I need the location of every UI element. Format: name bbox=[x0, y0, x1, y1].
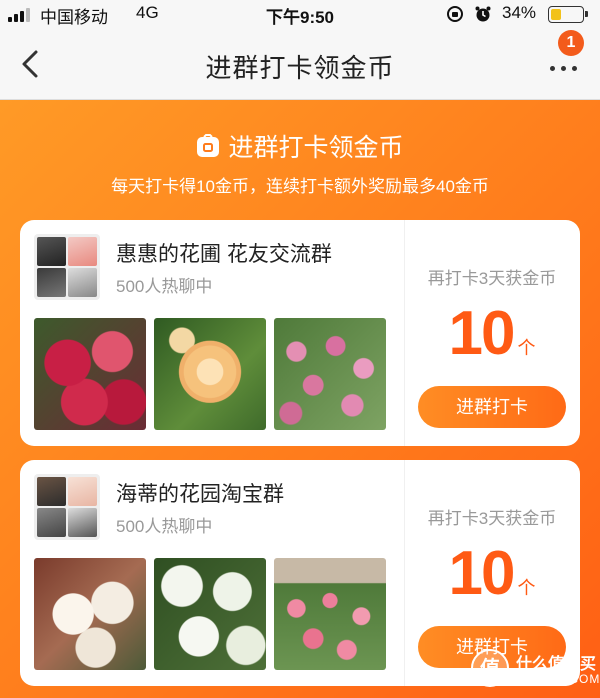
status-bar: 中国移动 4G 下午9:50 34% bbox=[0, 0, 600, 28]
reward-unit: 个 bbox=[517, 578, 536, 598]
reward-unit: 个 bbox=[517, 338, 536, 358]
group-photo bbox=[154, 318, 266, 430]
banner-header: 进群打卡领金币 每天打卡得10金币，连续打卡额外奖励最多40金币 bbox=[0, 128, 600, 197]
group-members: 500人热聊中 bbox=[116, 517, 213, 536]
group-photo bbox=[34, 318, 146, 430]
checkin-banner: 进群打卡领金币 每天打卡得10金币，连续打卡额外奖励最多40金币 惠惠的花圃 花… bbox=[0, 100, 600, 698]
group-photos bbox=[34, 318, 386, 430]
group-photo bbox=[274, 558, 386, 670]
watermark-cn: 什么值得买 bbox=[516, 656, 597, 673]
join-checkin-button[interactable]: 进群打卡 bbox=[418, 386, 566, 428]
group-name: 惠惠的花圃 花友交流群 bbox=[116, 243, 332, 266]
reward-amount: 10 bbox=[448, 539, 516, 608]
notification-badge: 1 bbox=[558, 30, 584, 56]
coin-bag-icon bbox=[197, 134, 220, 157]
coin-reward: 10 个 bbox=[404, 538, 580, 609]
group-avatar bbox=[34, 474, 100, 540]
checkin-hint: 再打卡3天获金币 bbox=[427, 269, 557, 288]
group-photo bbox=[34, 558, 146, 670]
group-card[interactable]: 惠惠的花圃 花友交流群 500人热聊中 再打卡3天获金币 10 个 进群打卡 bbox=[20, 220, 580, 446]
smzdm-watermark: 值 什么值得买 SMZDM.COM bbox=[470, 644, 600, 694]
svg-text:值: 值 bbox=[480, 656, 500, 680]
coin-reward: 10 个 bbox=[404, 298, 580, 369]
group-photo bbox=[274, 318, 386, 430]
page-title: 进群打卡领金币 bbox=[205, 53, 395, 83]
banner-title: 进群打卡领金币 bbox=[228, 134, 404, 162]
group-photo bbox=[154, 558, 266, 670]
rotation-lock-icon bbox=[447, 6, 463, 22]
battery-percent: 34% bbox=[502, 3, 537, 22]
alarm-icon bbox=[475, 6, 491, 22]
group-name: 海蒂的花园淘宝群 bbox=[116, 483, 284, 506]
group-members: 500人热聊中 bbox=[116, 277, 213, 296]
checkin-hint: 再打卡3天获金币 bbox=[427, 509, 557, 528]
group-avatar bbox=[34, 234, 100, 300]
group-photos bbox=[34, 558, 386, 670]
reward-amount: 10 bbox=[448, 299, 516, 368]
watermark-en: SMZDM.COM bbox=[516, 672, 600, 686]
more-menu-button[interactable] bbox=[544, 52, 584, 82]
banner-subtitle: 每天打卡得10金币，连续打卡额外奖励最多40金币 bbox=[111, 177, 489, 196]
battery-icon bbox=[548, 6, 588, 23]
nav-bar: 进群打卡领金币 1 bbox=[0, 28, 600, 100]
smzdm-logo-icon: 值 bbox=[471, 649, 509, 687]
